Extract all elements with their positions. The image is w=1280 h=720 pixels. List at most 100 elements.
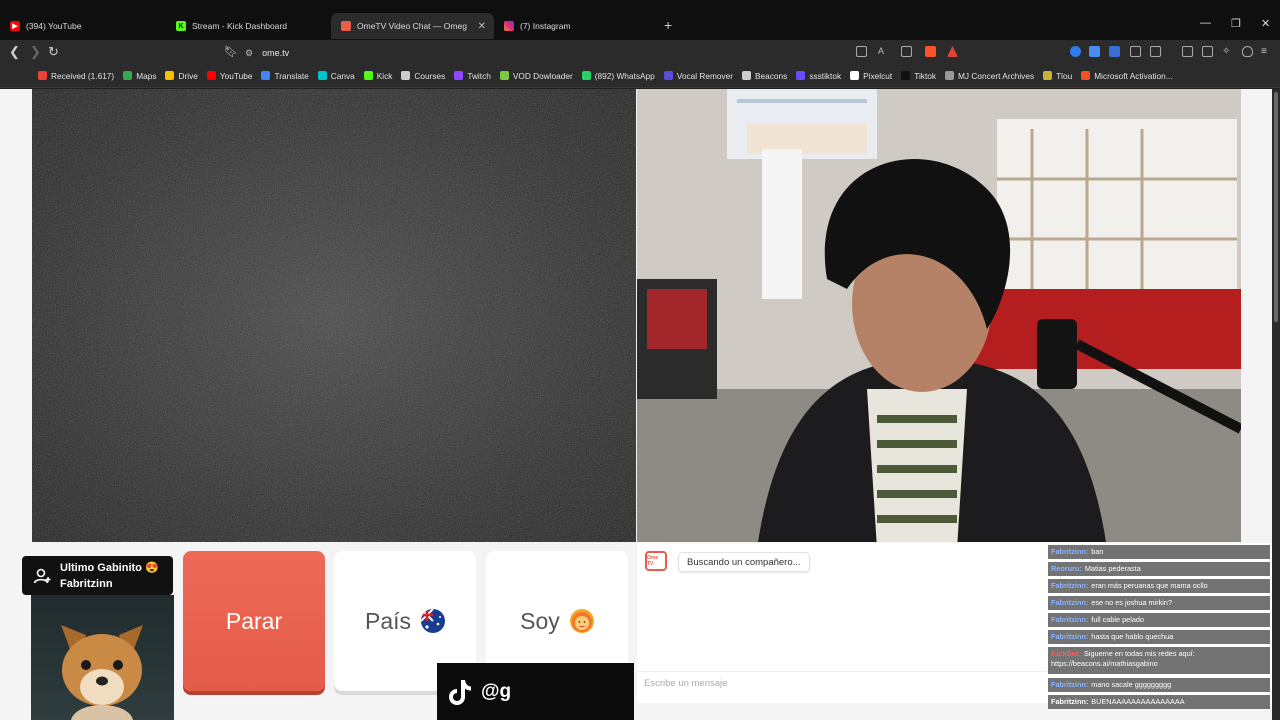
chat-message: Fabritzinn: mano sacale ggggggggg	[1048, 678, 1270, 692]
tab-kick-dashboard[interactable]: K Stream - Kick Dashboard	[166, 13, 331, 39]
tab-title: OmeTV Video Chat — Omegl	[357, 21, 467, 31]
cast-icon[interactable]	[856, 46, 867, 57]
kick-icon: K	[176, 21, 186, 31]
new-tab-button[interactable]: +	[664, 17, 672, 33]
whatsapp-icon	[581, 71, 591, 80]
ssstiktok-icon	[796, 71, 806, 80]
youtube-icon: ▶	[10, 21, 20, 31]
bookmark-label: MJ Concert Archives	[958, 70, 1035, 81]
chat-username: Fabritzinn:	[1051, 598, 1089, 607]
bookmark-item[interactable]: Tiktok	[901, 71, 936, 81]
bookmark-item[interactable]: Translate	[261, 71, 309, 81]
tab-strip: ▶ (394) YouTube K Stream - Kick Dashboar…	[0, 0, 1280, 40]
restore-icon[interactable]: ❐	[1231, 17, 1241, 30]
close-tab-icon[interactable]: ✕	[478, 21, 486, 32]
translate-icon	[261, 71, 271, 80]
chat-username: Fabritzinn:	[1051, 680, 1089, 689]
bookmark-label: Received (1.617)	[51, 70, 115, 81]
leo-ai-icon[interactable]: ✧	[1222, 46, 1233, 57]
translate-page-icon[interactable]: A	[878, 46, 889, 57]
bookmark-label: Twitch	[467, 70, 491, 81]
bookmark-item[interactable]: MJ Concert Archives	[945, 71, 1034, 81]
tab-youtube[interactable]: ▶ (394) YouTube	[0, 13, 165, 39]
stop-button[interactable]: Parar	[183, 551, 325, 691]
webcam-scene	[637, 89, 1241, 542]
bookmark-label: Courses	[414, 70, 446, 81]
bookmark-item[interactable]: YouTube	[206, 71, 252, 81]
chat-username: Fabritzinn:	[1051, 615, 1089, 624]
bookmark-item[interactable]: ssstiktok	[796, 71, 841, 81]
wallet-icon[interactable]	[1202, 46, 1213, 57]
brave-shields-icon[interactable]	[925, 46, 936, 57]
tab-title: Stream - Kick Dashboard	[192, 21, 287, 31]
minimize-icon[interactable]: —	[1200, 17, 1211, 29]
bookmark-item[interactable]: Pixelcut	[850, 71, 892, 81]
chat-message: Fabritzinn: ese no es joshua mirkin?	[1048, 596, 1270, 610]
chat-text: BUENAAAAAAAAAAAAAAA	[1091, 697, 1185, 706]
close-window-icon[interactable]: ✕	[1261, 17, 1270, 30]
translate-extension-icon[interactable]	[1089, 46, 1100, 57]
bookmark-item[interactable]: VOD Dowloader	[499, 70, 573, 81]
gmail-icon	[38, 71, 47, 80]
tab-instagram[interactable]: (7) Instagram	[494, 13, 659, 39]
self-video-feed	[637, 89, 1241, 542]
back-icon[interactable]: ❮	[9, 44, 20, 60]
bookmark-item[interactable]: Tlou	[1043, 71, 1072, 81]
mj-icon	[945, 71, 955, 80]
bookmark-label: Kick	[376, 70, 393, 81]
menu-icon[interactable]: ≡	[1261, 46, 1272, 57]
calendar-extension-icon[interactable]	[1109, 46, 1120, 57]
bookmark-label: VOD Dowloader	[512, 70, 573, 81]
chat-username: Fabritzinn:	[1051, 581, 1089, 590]
bookmark-item[interactable]: Beacons	[742, 71, 787, 81]
chat-username: KickBot:	[1051, 649, 1081, 658]
bookmark-item[interactable]: Canva	[317, 70, 355, 81]
vocal-remover-icon	[663, 71, 673, 80]
courses-icon	[401, 71, 411, 80]
bookmark-item[interactable]: Maps	[123, 71, 156, 81]
bookmark-item[interactable]: Vocal Remover	[663, 71, 733, 81]
message-input[interactable]: Escribe un mensaje	[637, 671, 1047, 695]
scrollbar-thumb[interactable]	[1274, 92, 1278, 322]
bookmark-label: Tlou	[1056, 70, 1073, 81]
tab-ometv[interactable]: OmeTV Video Chat — Omegl ✕	[331, 13, 494, 39]
pixelcut-icon	[850, 71, 860, 80]
bookmark-item[interactable]: Microsoft Activation...	[1081, 71, 1173, 81]
bookmark-item[interactable]: Drive	[165, 71, 198, 81]
chat-text: hasta que hablo quechua	[1091, 632, 1174, 641]
extensions-puzzle-icon[interactable]	[1130, 46, 1141, 57]
searching-status-message: Buscando un compañero...	[678, 552, 810, 572]
stop-button-label: Parar	[225, 607, 283, 634]
bookmark-item[interactable]: (892) WhatsApp	[581, 71, 655, 81]
chat-message: Reoruru: Matias pederasta	[1048, 562, 1270, 576]
bookmark-item[interactable]: Received (1.617)	[38, 71, 114, 81]
bookmark-item[interactable]: Kick	[363, 70, 393, 81]
reload-icon[interactable]: ↻	[48, 44, 59, 60]
chat-text: full cable pelado	[1091, 615, 1145, 624]
site-settings-icon[interactable]: ⚙	[245, 48, 253, 59]
gender-button-label: Soy	[520, 607, 560, 634]
dog-avatar-cam	[31, 595, 174, 720]
chat-message: Fabritzinn: ban	[1048, 545, 1270, 559]
tag-username: Fabritzinn	[60, 578, 113, 590]
media-icon[interactable]	[1150, 46, 1161, 57]
bookmark-item[interactable]: Courses	[401, 71, 445, 81]
tiktok-icon	[449, 679, 471, 705]
forward-icon[interactable]: ❯	[30, 44, 41, 60]
bookmark-item[interactable]: Twitch	[454, 71, 491, 81]
bookmark-label: Pixelcut	[863, 70, 893, 81]
share-icon[interactable]	[901, 46, 912, 57]
sidebar-icon[interactable]	[1182, 46, 1193, 57]
dog-avatar	[61, 625, 143, 720]
bookmark-label: Canva	[330, 70, 355, 81]
australia-flag-icon	[421, 609, 446, 633]
static-noise	[32, 89, 636, 542]
instagram-icon	[504, 21, 514, 31]
vpn-shield-icon[interactable]	[1242, 46, 1253, 57]
ometv-icon	[341, 21, 351, 31]
user-add-icon	[33, 568, 51, 584]
extension-icon[interactable]	[1070, 46, 1081, 57]
youtube-icon	[206, 71, 216, 80]
bookmark-icon[interactable]: 🔖︎	[224, 45, 238, 58]
ometv-logo-icon: Ome TV	[645, 551, 667, 571]
